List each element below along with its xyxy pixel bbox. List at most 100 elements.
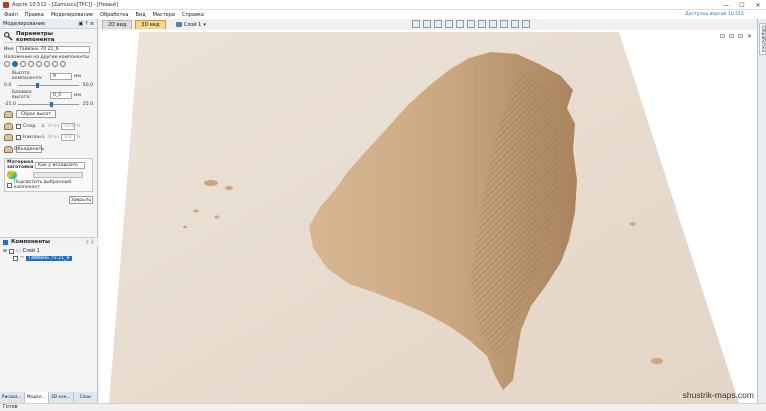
- fade-checkbox[interactable]: [16, 123, 21, 129]
- height-min: 0.0: [4, 82, 12, 88]
- right-panel-strip: Обработка: [757, 19, 766, 403]
- islet-1: [225, 186, 233, 190]
- show-grid-icon[interactable]: [434, 20, 442, 28]
- tilt-label: Наклон: [23, 134, 41, 140]
- fade-label: Спад: [23, 123, 36, 129]
- palette-icon[interactable]: [7, 171, 17, 179]
- islet-2: [193, 209, 199, 213]
- chevron-down-icon: ▾: [203, 21, 206, 28]
- minimize-button[interactable]: —: [718, 0, 734, 10]
- tilt-angle-label: Угол: [48, 134, 60, 140]
- islet-4: [183, 225, 187, 229]
- component-params-title: Параметры компонента: [4, 31, 93, 43]
- maximize-button[interactable]: ☐: [734, 0, 750, 10]
- close-button[interactable]: Закрыть: [69, 196, 93, 204]
- height-label: Высота компонента:: [12, 71, 43, 81]
- panel-header: Моделирование ▣ ? ≡: [0, 19, 97, 29]
- fade-angle-input[interactable]: 50.0: [61, 122, 76, 130]
- base-height-min: -25.0: [4, 101, 16, 107]
- highlight-label: Подсветить выбранный компонент: [13, 180, 72, 190]
- sim-view-icon[interactable]: [500, 20, 508, 28]
- tab-3d-components[interactable]: 3D кон...: [49, 392, 74, 403]
- overlay-multiply-icon[interactable]: [36, 61, 42, 67]
- base-height-max: 25.0: [82, 101, 93, 107]
- update-link[interactable]: Доступна версия 10.515: [685, 12, 744, 17]
- tab-layers[interactable]: Слои: [74, 392, 98, 403]
- sort-arrows-icon[interactable]: ⇧⇩: [85, 239, 95, 246]
- modeling-panel: Моделирование ▣ ? ≡ Параметры компонента…: [0, 19, 98, 403]
- base-height-slider[interactable]: [18, 101, 79, 107]
- reset-height-icon: [4, 110, 13, 118]
- overlay-merge-icon[interactable]: [52, 61, 58, 67]
- machining-panel-tab[interactable]: Обработка: [759, 23, 766, 56]
- material-select[interactable]: Как у исходного: [35, 161, 85, 169]
- overlay-mode-icons: [4, 61, 93, 67]
- base-height-input[interactable]: 0_5: [50, 91, 72, 99]
- toolpath-view-icon[interactable]: [489, 20, 497, 28]
- reset-height-button[interactable]: Сброс высот: [16, 110, 56, 118]
- material-view-icon[interactable]: [467, 20, 475, 28]
- height-input[interactable]: 9: [50, 72, 72, 80]
- overlay-high-icon[interactable]: [20, 61, 26, 67]
- render-wireframe-icon[interactable]: [423, 20, 431, 28]
- menu-wizards[interactable]: Мастера: [153, 12, 175, 18]
- layer-selector[interactable]: Слой 1 ▾: [175, 21, 206, 28]
- components-tree: ⊟ ▭ Слой 1 ◠ Тайвань 70 21_6: [0, 246, 98, 264]
- tilt-angle-input[interactable]: 0.0: [61, 133, 76, 141]
- material-swatch[interactable]: [33, 172, 83, 178]
- tab-3d-view[interactable]: 3D вид: [135, 20, 166, 29]
- height-slider[interactable]: [18, 82, 79, 88]
- overlay-low-icon[interactable]: [28, 61, 34, 67]
- menu-icon[interactable]: ≡: [90, 21, 94, 27]
- height-max: 50.0: [82, 82, 93, 88]
- anchor-icon[interactable]: ⚓: [41, 124, 45, 129]
- menu-modeling[interactable]: Моделирование: [51, 12, 93, 18]
- close-window-button[interactable]: ✕: [750, 0, 766, 10]
- components-section: Компоненты ⇧⇩ ⊟ ▭ Слой 1 ◠ Тайвань 70 21…: [0, 237, 98, 264]
- view-iso-icon[interactable]: ⊡: [728, 33, 735, 40]
- show-vectors-icon[interactable]: [445, 20, 453, 28]
- menu-edit[interactable]: Правка: [25, 12, 44, 18]
- tilt-checkbox[interactable]: [16, 134, 21, 140]
- menu-bar: Файл Правка Моделирование Обработка Вид …: [0, 10, 766, 19]
- status-text: Готов: [3, 405, 18, 410]
- menu-view[interactable]: Вид: [135, 12, 145, 18]
- name-input[interactable]: Тайвань 70 21_6: [16, 45, 90, 53]
- menu-file[interactable]: Файл: [4, 12, 18, 18]
- tab-modeling[interactable]: Модел...: [24, 392, 49, 403]
- layer-icon: [175, 22, 182, 27]
- 3d-viewport[interactable]: ⊡ ⊡ ⊡ ✕ shustrik-maps.com: [99, 30, 757, 403]
- highlight-checkbox[interactable]: [7, 182, 12, 188]
- tab-drawing[interactable]: Рисова...: [0, 392, 25, 403]
- window-title: Aspire 10.512 - [Zamuscu[TPC]] - [Новый]: [12, 1, 118, 8]
- menu-machining[interactable]: Обработка: [100, 12, 128, 18]
- overlay-extra-icon[interactable]: [60, 61, 66, 67]
- menu-help[interactable]: Справка: [182, 12, 204, 18]
- help-icon[interactable]: ?: [85, 21, 88, 27]
- tree-layer-node[interactable]: ⊟ ▭ Слой 1: [3, 248, 95, 255]
- overlay-subtract-icon[interactable]: [12, 61, 18, 67]
- overlay-label: Наложение на другие компоненты: [4, 55, 90, 60]
- component-view-icon[interactable]: [478, 20, 486, 28]
- view-close-icon[interactable]: ✕: [746, 33, 753, 40]
- tab-2d-view[interactable]: 2D вид: [102, 20, 133, 29]
- pin-icon[interactable]: ▣: [78, 21, 83, 27]
- layout-view-icon[interactable]: [522, 20, 530, 28]
- panel-tabs: Рисова... Модел... 3D кон... Слои: [0, 392, 98, 403]
- lighting-icon[interactable]: [456, 20, 464, 28]
- tree-component-node[interactable]: ◠ Тайвань 70 21_6: [3, 255, 95, 262]
- merge-button[interactable]: Объединить: [14, 145, 44, 153]
- view-top-icon[interactable]: ⊡: [737, 33, 744, 40]
- tilt-anchor-icon[interactable]: ⚓: [41, 135, 45, 140]
- merge-icon: [4, 145, 13, 153]
- view-toolbar: [412, 20, 530, 28]
- overlay-replace-icon[interactable]: [44, 61, 50, 67]
- islet-5: [630, 222, 636, 226]
- watermark: shustrik-maps.com: [682, 390, 754, 400]
- overlay-add-icon[interactable]: [4, 61, 10, 67]
- split-view-icon[interactable]: [511, 20, 519, 28]
- view-fit-icon[interactable]: ⊡: [719, 33, 726, 40]
- tilt-angle-unit: %: [76, 134, 81, 140]
- render-shaded-icon[interactable]: [412, 20, 420, 28]
- window-controls: — ☐ ✕: [718, 0, 766, 10]
